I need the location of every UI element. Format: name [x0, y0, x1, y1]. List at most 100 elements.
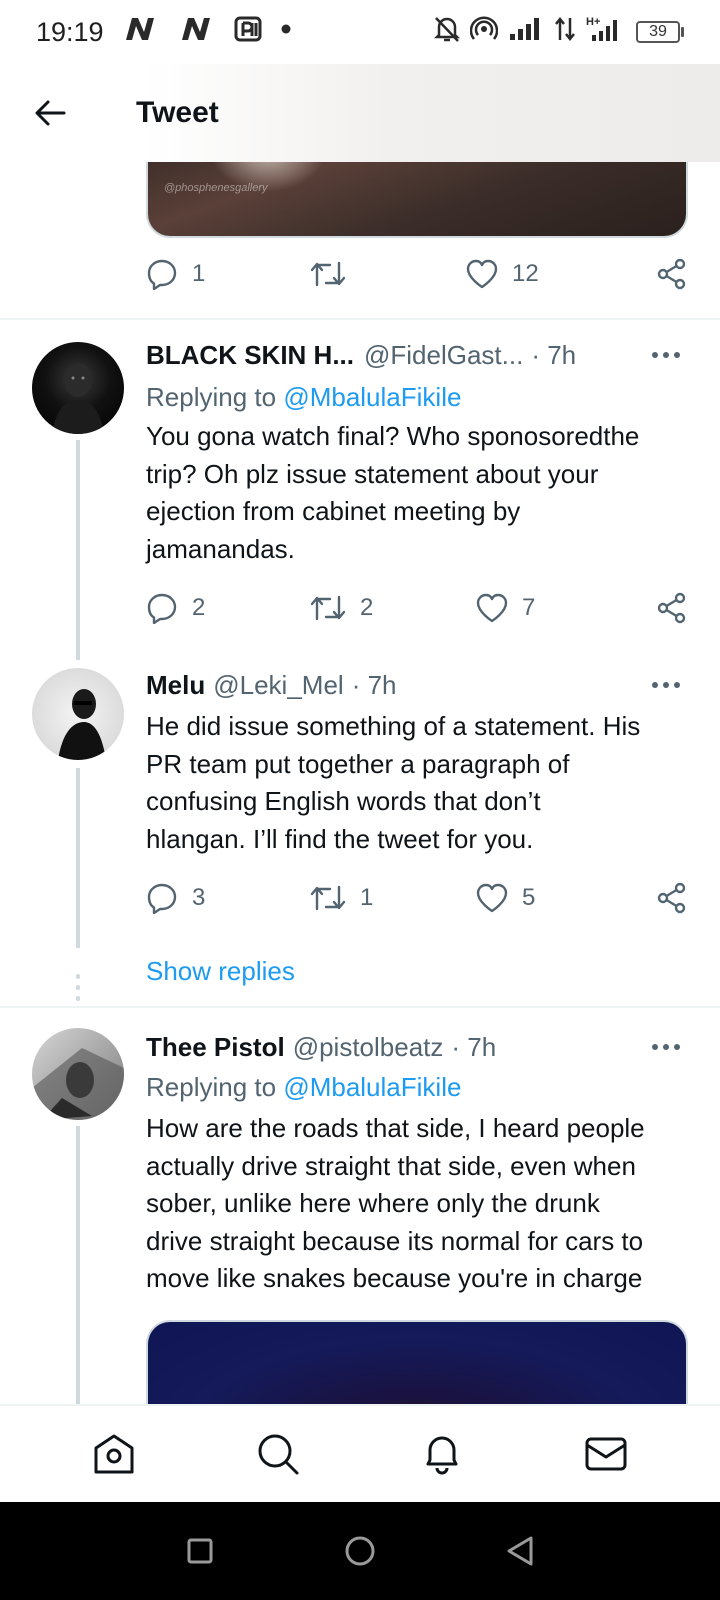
replying-to: Replying to @MbalulaFikile — [146, 382, 461, 413]
tweet-text-line: He did issue something of a statement. H… — [146, 711, 641, 741]
avatar[interactable] — [32, 668, 124, 760]
more-options-button[interactable] — [646, 340, 686, 370]
nav-messages-button[interactable] — [576, 1424, 636, 1484]
divider — [0, 318, 720, 320]
share-button[interactable] — [656, 592, 688, 624]
tweet-text-line: drive straight because its normal for ca… — [146, 1225, 644, 1256]
reply-button[interactable]: 2 — [146, 592, 310, 624]
home-system-button[interactable] — [330, 1521, 390, 1581]
search-icon — [258, 1434, 299, 1475]
status-bar: 19:19 H+ 39 — [0, 0, 720, 64]
like-count: 5 — [522, 884, 536, 911]
like-button[interactable]: 12 — [466, 259, 644, 289]
mute-icon — [433, 15, 461, 50]
share-button[interactable] — [656, 258, 688, 290]
netflix-n-icon — [122, 16, 166, 49]
tweet-text-line: hlangan. I’ll find the tweet for you. — [146, 823, 534, 854]
mention-link[interactable]: @MbalulaFikile — [283, 382, 461, 412]
tweet-text-line: move like snakes because you're in charg… — [146, 1263, 643, 1293]
reply-count: 3 — [192, 884, 206, 911]
avatar[interactable] — [32, 342, 124, 434]
share-icon — [657, 882, 686, 914]
page-title: Tweet — [136, 96, 219, 129]
tweet-header: BLACK SKIN H... @FidelGast... · 7h — [146, 340, 688, 371]
app-notification-icon — [234, 16, 264, 49]
retweet-icon — [310, 595, 346, 621]
reply-count: 2 — [192, 594, 206, 621]
bottom-navigation — [0, 1404, 720, 1502]
top-app-bar: Tweet — [0, 64, 720, 162]
retweet-count: 1 — [360, 884, 374, 911]
back-system-button[interactable] — [490, 1521, 550, 1581]
system-navigation-bar — [0, 1502, 720, 1600]
back-button[interactable] — [24, 87, 76, 139]
reply-button[interactable]: 3 — [146, 882, 310, 914]
replying-prefix: Replying to — [146, 1072, 277, 1102]
hotspot-icon — [469, 15, 499, 50]
data-arrows-icon — [554, 16, 576, 49]
tweet-media-image[interactable]: @phosphenesgallery — [146, 162, 688, 238]
retweet-button[interactable]: 1 — [310, 883, 476, 913]
circle-icon — [345, 1536, 375, 1566]
author-name[interactable]: BLACK SKIN H... — [146, 340, 354, 371]
triangle-back-icon — [507, 1536, 533, 1566]
share-icon — [657, 258, 686, 290]
like-button[interactable]: 5 — [476, 883, 646, 913]
tweet-media-image[interactable] — [146, 1320, 688, 1404]
home-icon — [94, 1434, 134, 1474]
netflix-n-icon — [178, 16, 222, 49]
reply-button[interactable]: 1 — [146, 258, 310, 290]
tweet-text-line: actually drive straight that side, even … — [146, 1150, 636, 1181]
tweet-thread[interactable]: @phosphenesgallery 1 12 BLACK SKIN H... … — [0, 162, 720, 1404]
h-plus-signal-icon: H+ — [586, 15, 626, 50]
signal-icon — [508, 16, 544, 49]
recent-apps-button[interactable] — [170, 1521, 230, 1581]
reply-icon — [147, 593, 177, 624]
retweet-button[interactable] — [310, 259, 466, 289]
tweet-text-line: How are the roads that side, I heard peo… — [146, 1113, 645, 1143]
dot-icon — [276, 16, 296, 49]
tweet-time: · 7h — [351, 670, 397, 700]
nav-search-button[interactable] — [248, 1424, 308, 1484]
battery-icon: 39 — [636, 21, 684, 43]
share-button[interactable] — [656, 882, 688, 914]
author-name[interactable]: Thee Pistol — [146, 1032, 285, 1063]
mention-link[interactable]: @MbalulaFikile — [283, 1072, 461, 1102]
square-icon — [187, 1538, 213, 1564]
like-button[interactable]: 7 — [476, 593, 646, 623]
retweet-count: 2 — [360, 594, 374, 621]
reply-icon — [147, 883, 177, 914]
reply-count: 1 — [192, 260, 206, 287]
retweet-button[interactable]: 2 — [310, 593, 476, 623]
nav-home-button[interactable] — [84, 1424, 144, 1484]
media-watermark: @phosphenesgallery — [164, 182, 268, 194]
nav-notifications-button[interactable] — [412, 1424, 472, 1484]
replying-prefix: Replying to — [146, 382, 277, 412]
author-handle[interactable]: @pistolbeatz — [293, 1032, 444, 1063]
show-replies-link[interactable]: Show replies — [146, 956, 295, 987]
thread-line — [76, 1126, 80, 1404]
heart-icon — [476, 883, 508, 913]
heart-icon — [476, 593, 508, 623]
author-name[interactable]: Melu — [146, 670, 205, 701]
thread-line — [76, 768, 80, 948]
share-icon — [657, 592, 686, 624]
thread-dots — [76, 974, 80, 1007]
reply-icon — [147, 259, 177, 290]
like-count: 7 — [522, 594, 536, 621]
avatar[interactable] — [32, 1028, 124, 1120]
svg-text:H+: H+ — [586, 16, 600, 28]
author-handle[interactable]: @FidelGast... — [364, 340, 523, 371]
heart-icon — [466, 259, 498, 289]
tweet-time: · 7h — [451, 1032, 497, 1062]
more-options-button[interactable] — [646, 670, 686, 700]
tweet-header: Melu @Leki_Mel · 7h — [146, 670, 688, 701]
tweet-actions: 3 1 5 — [146, 876, 688, 920]
author-handle[interactable]: @Leki_Mel — [213, 670, 343, 701]
tweet-text: He did issue something of a statement. H… — [146, 708, 688, 858]
divider — [0, 1006, 720, 1008]
thread-line — [76, 440, 80, 660]
tweet-text-line: You gona watch final? Who sponosoredthe — [146, 421, 640, 451]
more-options-button[interactable] — [646, 1032, 686, 1062]
tweet-actions: 1 12 — [146, 252, 688, 296]
